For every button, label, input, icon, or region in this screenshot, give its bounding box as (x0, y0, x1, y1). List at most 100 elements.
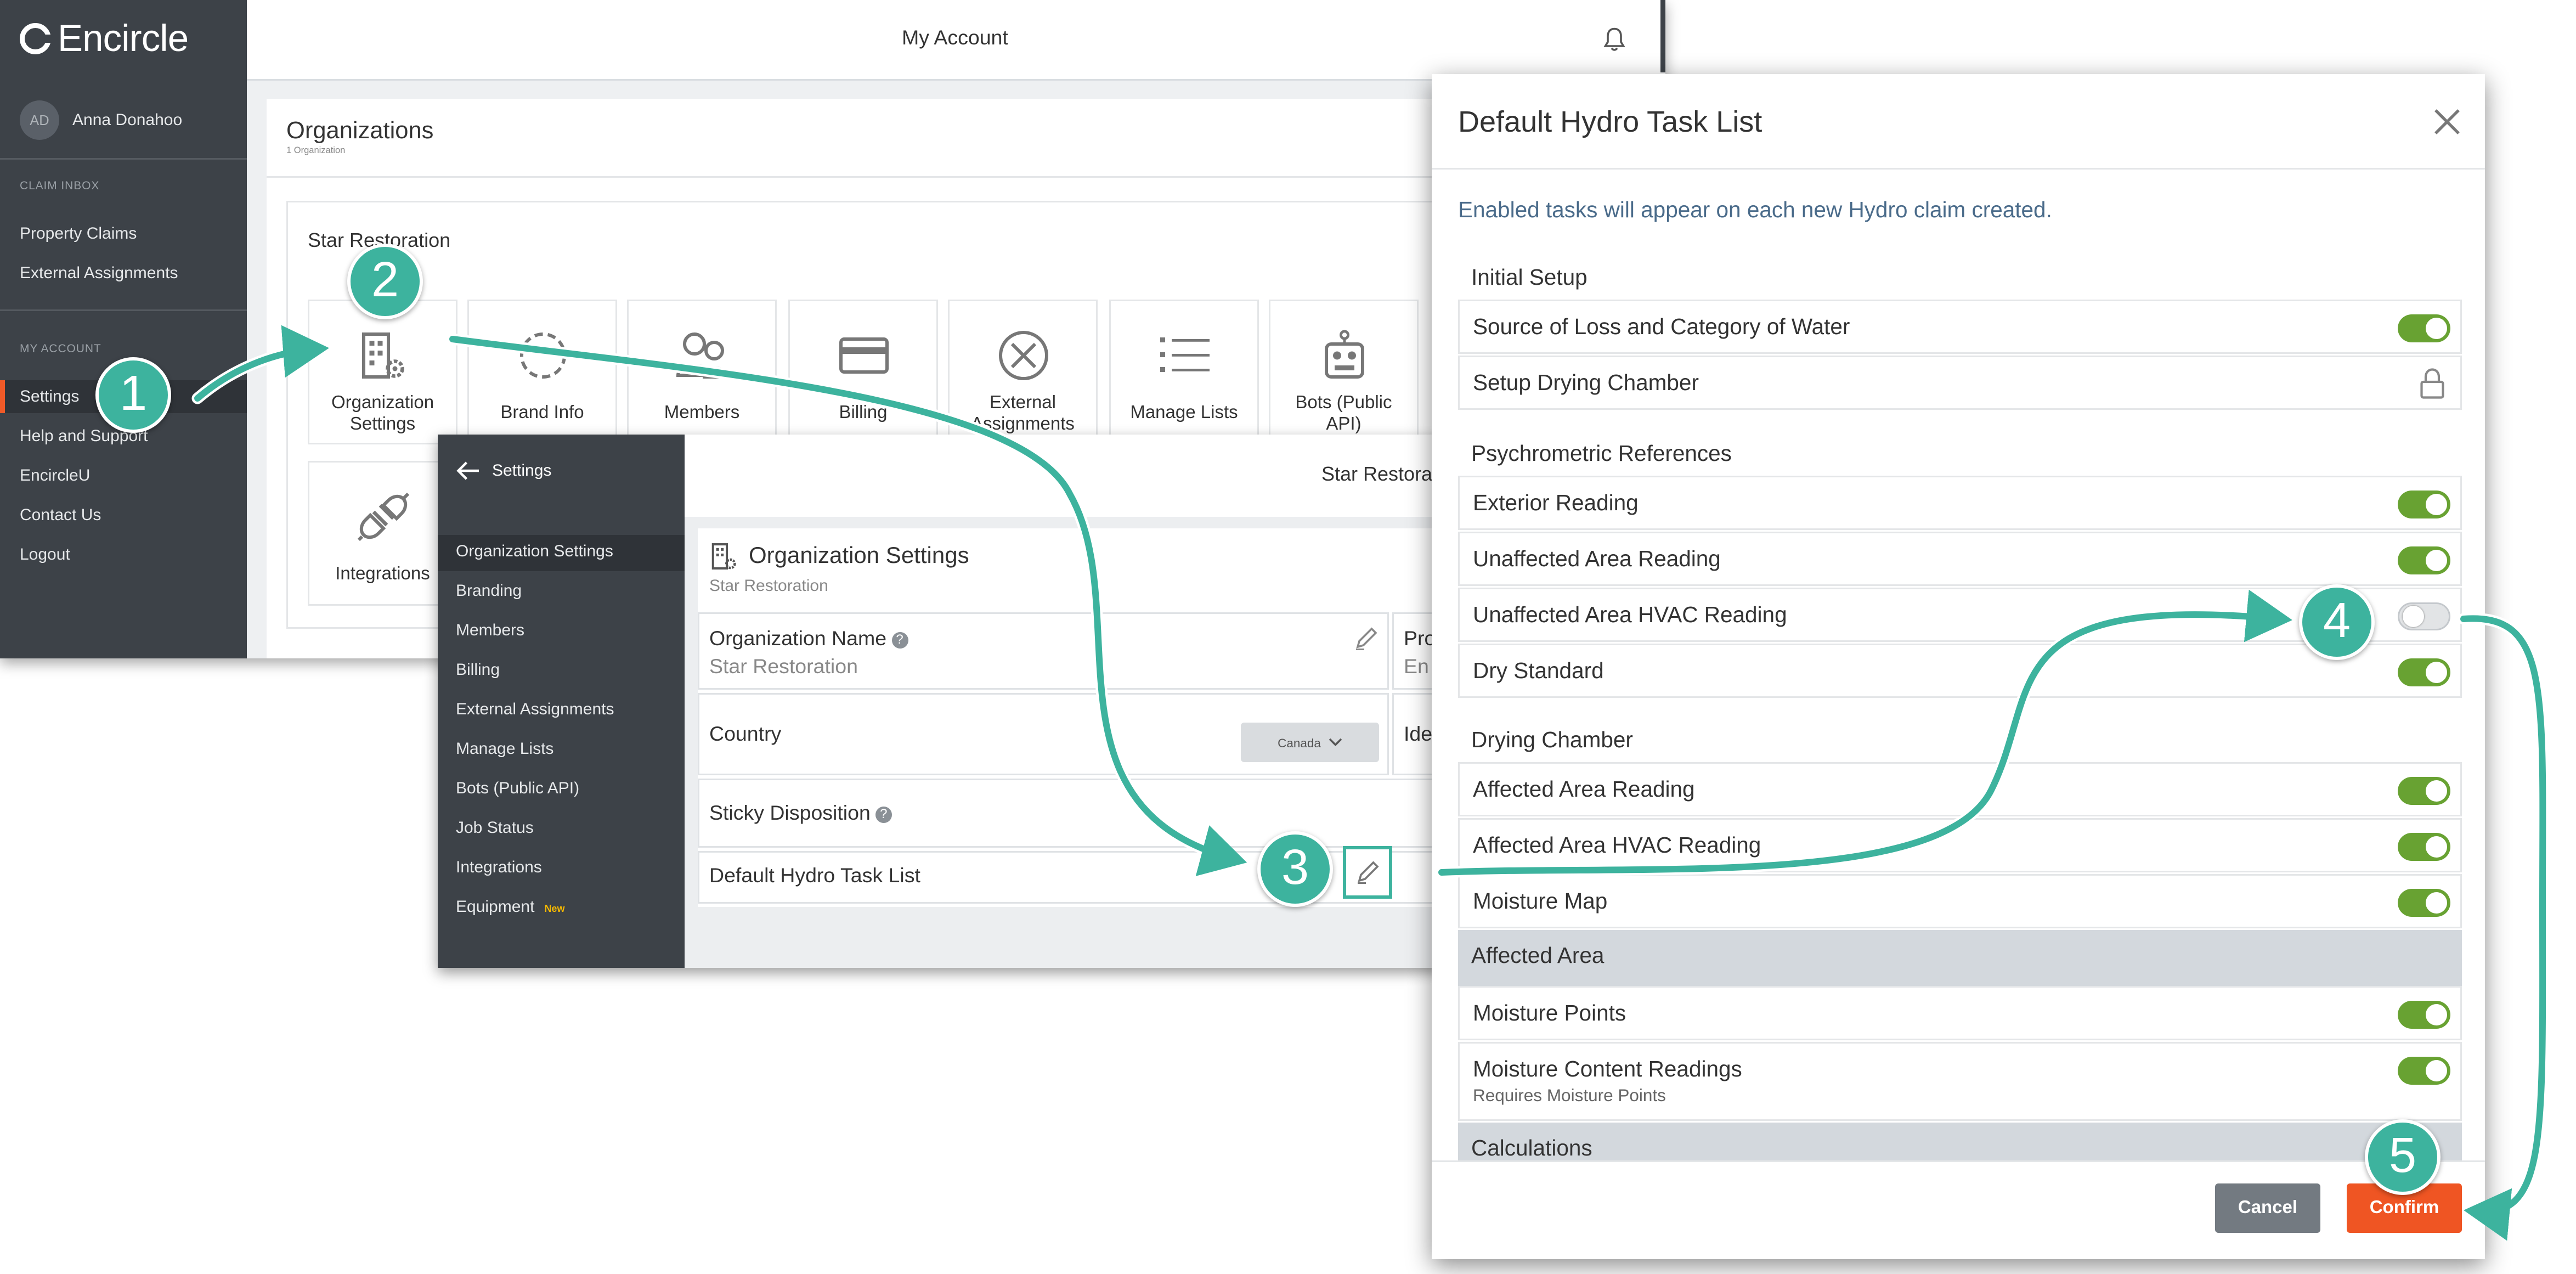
toggle-affected-area-reading[interactable] (2398, 777, 2450, 805)
task-row-source-of-loss: Source of Loss and Category of Water (1458, 300, 2462, 354)
brand-logo[interactable]: Encircle (20, 16, 189, 61)
settings-nav-bots-public-api[interactable]: Bots (Public API) (456, 780, 579, 798)
section-initial-setup: Initial Setup (1471, 265, 1588, 290)
sidebar-item-property-claims[interactable]: Property Claims (20, 226, 137, 244)
toggle-dry-standard[interactable] (2398, 658, 2450, 686)
task-row-moisture-map: Moisture Map (1458, 874, 2462, 928)
settings-nav-organization-settings[interactable]: Organization Settings (456, 543, 613, 561)
task-row-moisture-points: Moisture Points (1458, 986, 2462, 1040)
modal-description: Enabled tasks will appear on each new Hy… (1458, 198, 2052, 222)
tile-label: Bots (Public API) (1295, 393, 1392, 435)
tile-label: Billing (839, 403, 888, 423)
settings-nav-members[interactable]: Members (456, 622, 524, 640)
task-row-unaffected-area-reading: Unaffected Area Reading (1458, 532, 2462, 586)
list-icon (1159, 337, 1209, 372)
dashed-circle-icon (519, 332, 566, 379)
task-sublabel: Requires Moisture Points (1473, 1086, 1666, 1106)
help-icon[interactable]: ? (891, 632, 908, 649)
settings-nav-billing[interactable]: Billing (456, 662, 500, 680)
edit-hydro-task-list-button[interactable] (1343, 846, 1392, 899)
settings-nav-integrations[interactable]: Integrations (456, 859, 542, 877)
organizations-title: Organizations (286, 119, 434, 145)
user-name: Anna Donahoo (72, 111, 183, 129)
settings-nav-equipment[interactable]: Equipment New (456, 899, 564, 917)
circle-x-icon (998, 331, 1048, 380)
settings-nav-job-status[interactable]: Job Status (456, 820, 534, 838)
section-drying-chamber: Drying Chamber (1471, 728, 1633, 752)
page-title: My Account (902, 26, 1008, 49)
toggle-affected-area-hvac[interactable] (2398, 833, 2450, 861)
toggle-moisture-points[interactable] (2398, 1001, 2450, 1029)
task-row-exterior-reading: Exterior Reading (1458, 476, 2462, 530)
section-psychrometric-references: Psychrometric References (1471, 441, 1732, 466)
settings-nav-manage-lists[interactable]: Manage Lists (456, 741, 553, 759)
toggle-moisture-map[interactable] (2398, 889, 2450, 917)
tile-bots-public-api[interactable]: Bots (Public API) (1269, 300, 1419, 444)
pencil-icon (1358, 861, 1379, 884)
sidebar-heading-claim-inbox: CLAIM INBOX (20, 181, 100, 193)
credit-card-icon (838, 337, 888, 374)
plug-icon (357, 492, 409, 542)
window-edge (1660, 0, 1665, 72)
organization-settings-title: Organization Settings (749, 542, 969, 568)
sidebar-item-settings[interactable]: Settings (20, 388, 79, 407)
tile-label: Manage Lists (1130, 403, 1238, 423)
tile-external-assignments[interactable]: External Assignments (948, 300, 1098, 444)
sidebar-divider (0, 309, 247, 311)
building-gear-icon (361, 332, 404, 379)
avatar: AD (20, 100, 59, 140)
task-row-dry-standard: Dry Standard (1458, 644, 2462, 698)
tile-manage-lists[interactable]: Manage Lists (1109, 300, 1259, 444)
settings-nav-branding[interactable]: Branding (456, 583, 522, 601)
close-icon[interactable] (2432, 107, 2462, 137)
tile-billing[interactable]: Billing (788, 300, 938, 444)
bell-icon[interactable] (1603, 26, 1626, 53)
members-icon (675, 332, 728, 379)
toggle-moisture-content-readings[interactable] (2398, 1057, 2450, 1085)
modal-title: Default Hydro Task List (1458, 105, 1762, 138)
chevron-down-icon (1328, 738, 1342, 747)
toggle-unaffected-area-reading[interactable] (2398, 546, 2450, 574)
tile-organization-settings[interactable]: Organization Settings (308, 300, 457, 444)
arrow-left-icon (456, 461, 479, 480)
tile-label: Integrations (335, 565, 430, 584)
user-profile[interactable]: AD Anna Donahoo (20, 100, 182, 140)
building-gear-icon (711, 543, 736, 570)
step-marker-2: 2 (347, 244, 423, 319)
task-row-moisture-content-readings: Moisture Content Readings Requires Moist… (1458, 1042, 2462, 1121)
encircle-logo-icon (20, 23, 51, 54)
sidebar-item-encircleu[interactable]: EncircleU (20, 467, 90, 486)
cancel-button[interactable]: Cancel (2215, 1183, 2320, 1233)
tile-brand-info[interactable]: Brand Info (467, 300, 617, 444)
country-select[interactable]: Canada (1241, 723, 1379, 762)
toggle-source-of-loss[interactable] (2398, 314, 2450, 342)
back-to-settings[interactable]: Settings (456, 461, 551, 481)
step-marker-4: 4 (2299, 584, 2375, 660)
sidebar-item-contact-us[interactable]: Contact Us (20, 507, 101, 525)
modal-footer (1432, 1160, 2485, 1259)
sidebar-item-logout[interactable]: Logout (20, 546, 70, 565)
sidebar-divider (0, 158, 247, 160)
settings-sidebar: Settings Organization Settings Branding … (438, 435, 685, 968)
toggle-exterior-reading[interactable] (2398, 491, 2450, 518)
pencil-icon[interactable] (1353, 625, 1379, 652)
toggle-unaffected-area-hvac[interactable] (2398, 602, 2450, 630)
tile-members[interactable]: Members (627, 300, 777, 444)
step-marker-1: 1 (95, 357, 171, 433)
help-icon[interactable]: ? (875, 807, 892, 823)
sticky-disposition-field: Sticky Disposition? (698, 779, 1442, 848)
organization-name-field: Organization Name? Star Restoration (698, 612, 1389, 690)
robot-icon (1324, 330, 1364, 379)
settings-nav-external-assignments[interactable]: External Assignments (456, 701, 614, 719)
tile-label: Brand Info (500, 403, 584, 423)
step-marker-3: 3 (1257, 831, 1333, 907)
modal-divider (1432, 168, 2485, 170)
lock-icon (2420, 368, 2444, 399)
tile-integrations[interactable]: Integrations (308, 461, 457, 606)
tile-label: External Assignments (971, 393, 1075, 435)
sidebar-item-external-assignments[interactable]: External Assignments (20, 265, 178, 283)
task-row-affected-area-hvac: Affected Area HVAC Reading (1458, 818, 2462, 872)
new-badge: New (544, 905, 565, 915)
tile-label: Members (664, 403, 740, 423)
organization-settings-subtitle: Star Restoration (709, 578, 828, 596)
